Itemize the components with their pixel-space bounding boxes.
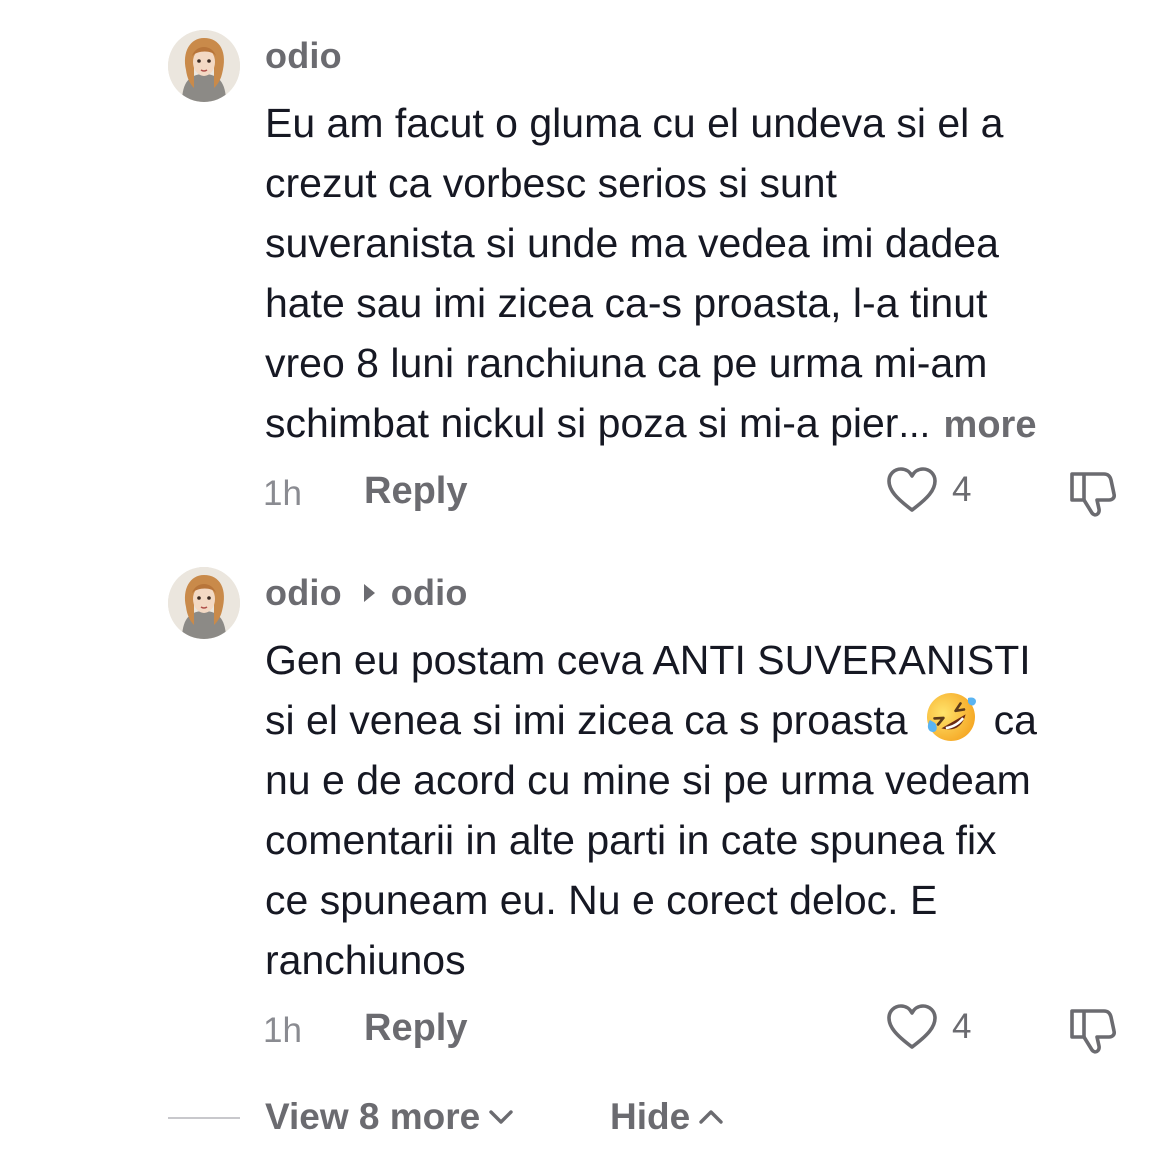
- timestamp: 1h: [263, 474, 302, 513]
- comment-line: Gen eu postam ceva ANTI SUVERANISTI: [265, 637, 1031, 683]
- more-link[interactable]: more: [944, 404, 1037, 446]
- comment-actions: 1h Reply 4: [0, 467, 1170, 520]
- heart-outline-icon: [887, 467, 937, 512]
- reply-to-arrow-icon: [363, 584, 375, 602]
- comment-line: suveranista si unde ma vedea imi dadea: [265, 220, 999, 266]
- rolling-laughing-emoji-icon: [926, 693, 976, 741]
- comment-line-truncated: schimbat nickul si poza si mi-a pier... …: [265, 393, 1145, 455]
- comment-line: ranchiunos: [265, 937, 466, 983]
- like-button[interactable]: 4: [886, 1003, 971, 1051]
- like-count: 4: [952, 470, 972, 509]
- comment-text: Eu am facut o gluma cu el undeva si el a…: [265, 93, 1145, 455]
- avatar-image: [168, 30, 240, 102]
- replies-footer: View 8 more Hide: [0, 1092, 1170, 1144]
- dislike-button[interactable]: [1064, 1001, 1118, 1060]
- heart-outline-icon: [887, 1004, 937, 1049]
- reply-button[interactable]: Reply: [364, 1007, 467, 1050]
- comment-line: hate sau imi zicea ca-s proasta, l-a tin…: [265, 280, 988, 326]
- username[interactable]: odio: [265, 572, 342, 614]
- comment-line: vreo 8 luni ranchiuna ca pe urma mi-am: [265, 340, 988, 386]
- username[interactable]: odio: [265, 35, 342, 77]
- comment-text: Gen eu postam ceva ANTI SUVERANISTI si e…: [265, 630, 1145, 990]
- view-more-label: View 8 more: [265, 1096, 481, 1137]
- ellipsis: ...: [898, 404, 931, 446]
- comment-line-with-emoji: si el venea si imi zicea ca s proasta ca: [265, 690, 1145, 750]
- dislike-button[interactable]: [1064, 464, 1118, 523]
- comment-line: nu e de acord cu mine si pe urma vedeam: [265, 757, 1031, 803]
- reply-to-username[interactable]: odio: [391, 572, 468, 614]
- avatar-image: [168, 567, 240, 639]
- like-button[interactable]: 4: [886, 466, 971, 514]
- avatar[interactable]: [168, 567, 240, 639]
- hide-label: Hide: [610, 1096, 691, 1137]
- comment-actions: 1h Reply 4: [0, 1004, 1170, 1057]
- comment-header: odio odio: [265, 571, 468, 615]
- comment-line: schimbat nickul si poza si mi-a pier: [265, 400, 899, 446]
- like-count: 4: [952, 1007, 972, 1046]
- hide-replies-button[interactable]: Hide: [610, 1096, 724, 1138]
- view-more-replies-button[interactable]: View 8 more: [265, 1096, 514, 1138]
- comment-line: si el venea si imi zicea ca s proasta: [265, 697, 908, 743]
- thumbs-down-icon: [1070, 1009, 1116, 1054]
- thumbs-down-icon: [1070, 472, 1116, 517]
- chevron-down-icon: [489, 1110, 513, 1124]
- comment-header: odio: [265, 34, 342, 78]
- comment-line: comentarii in alte parti in cate spunea …: [265, 817, 997, 863]
- comment-line: crezut ca vorbesc serios si sunt: [265, 160, 837, 206]
- avatar[interactable]: [168, 30, 240, 102]
- chevron-up-icon: [699, 1110, 723, 1124]
- reply-button[interactable]: Reply: [364, 470, 467, 513]
- timestamp: 1h: [263, 1011, 302, 1050]
- comment-line: ce spuneam eu. Nu e corect deloc. E: [265, 877, 938, 923]
- comment-line-suffix: ca: [993, 697, 1037, 743]
- divider: [168, 1117, 240, 1119]
- comment-line: Eu am facut o gluma cu el undeva si el a: [265, 100, 1004, 146]
